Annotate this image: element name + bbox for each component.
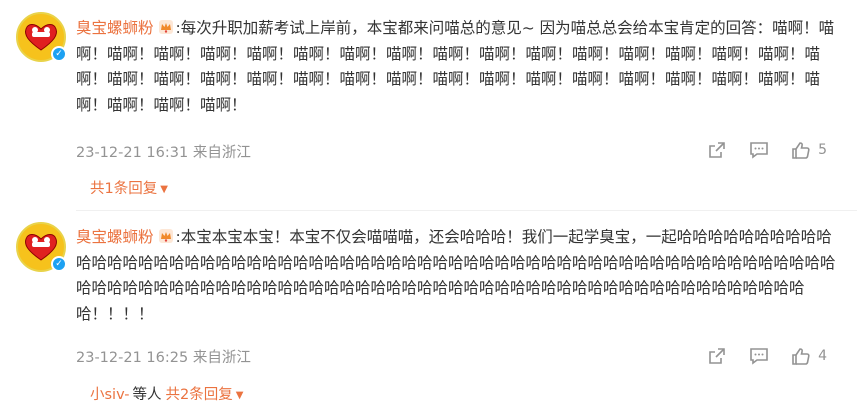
comment-text: :本宝本宝本宝！本宝不仅会喵喵喵，还会哈哈哈！我们一起学臭宝，一起哈哈哈哈哈哈哈… (76, 228, 836, 323)
comment-meta: 23-12-21 16:31 来自浙江 (76, 145, 251, 161)
comment-divider (76, 210, 857, 211)
view-replies-link[interactable]: 小siv- 等人 共2条回复 ▼ (90, 383, 243, 404)
like-icon[interactable] (790, 345, 812, 367)
avatar[interactable]: ✓ (16, 12, 67, 62)
comment-body: 臭宝螺蛳粉:本宝本宝本宝！本宝不仅会喵喵喵，还会哈哈哈！我们一起学臭宝，一起哈哈… (76, 225, 836, 327)
comment-username[interactable]: 臭宝螺蛳粉 (76, 228, 154, 246)
replies-label: 共2条回复 (165, 387, 233, 403)
share-icon[interactable] (706, 345, 728, 367)
comment-actions: 5 (686, 139, 827, 161)
chevron-down-icon: ▼ (160, 184, 168, 195)
replies-label: 共1条回复 (90, 181, 158, 197)
verified-badge-icon: ✓ (51, 256, 67, 272)
reply-others-label: 等人 (132, 387, 162, 403)
verified-badge-icon: ✓ (51, 46, 67, 62)
reply-username[interactable]: 小siv- (90, 387, 130, 403)
like-icon[interactable] (790, 139, 812, 161)
share-icon[interactable] (706, 139, 728, 161)
crown-icon (158, 20, 173, 34)
comment-actions: 4 (686, 345, 827, 367)
view-replies-link[interactable]: 共1条回复 ▼ (90, 177, 168, 198)
chevron-down-icon: ▼ (235, 390, 244, 401)
comment-icon[interactable] (748, 139, 770, 161)
comment-text: :每次升职加薪考试上岸前，本宝都来问喵总的意见~ 因为喵总总会给本宝肯定的回答：… (76, 19, 835, 114)
comment-username[interactable]: 臭宝螺蛳粉 (76, 19, 154, 37)
avatar[interactable]: ✓ (16, 222, 67, 272)
comment-meta: 23-12-21 16:25 来自浙江 (76, 350, 251, 366)
like-count: 4 (818, 348, 827, 364)
like-count: 5 (818, 142, 827, 158)
comment-body: 臭宝螺蛳粉:每次升职加薪考试上岸前，本宝都来问喵总的意见~ 因为喵总总会给本宝肯… (76, 16, 836, 118)
crown-icon (158, 229, 173, 243)
comment-icon[interactable] (748, 345, 770, 367)
